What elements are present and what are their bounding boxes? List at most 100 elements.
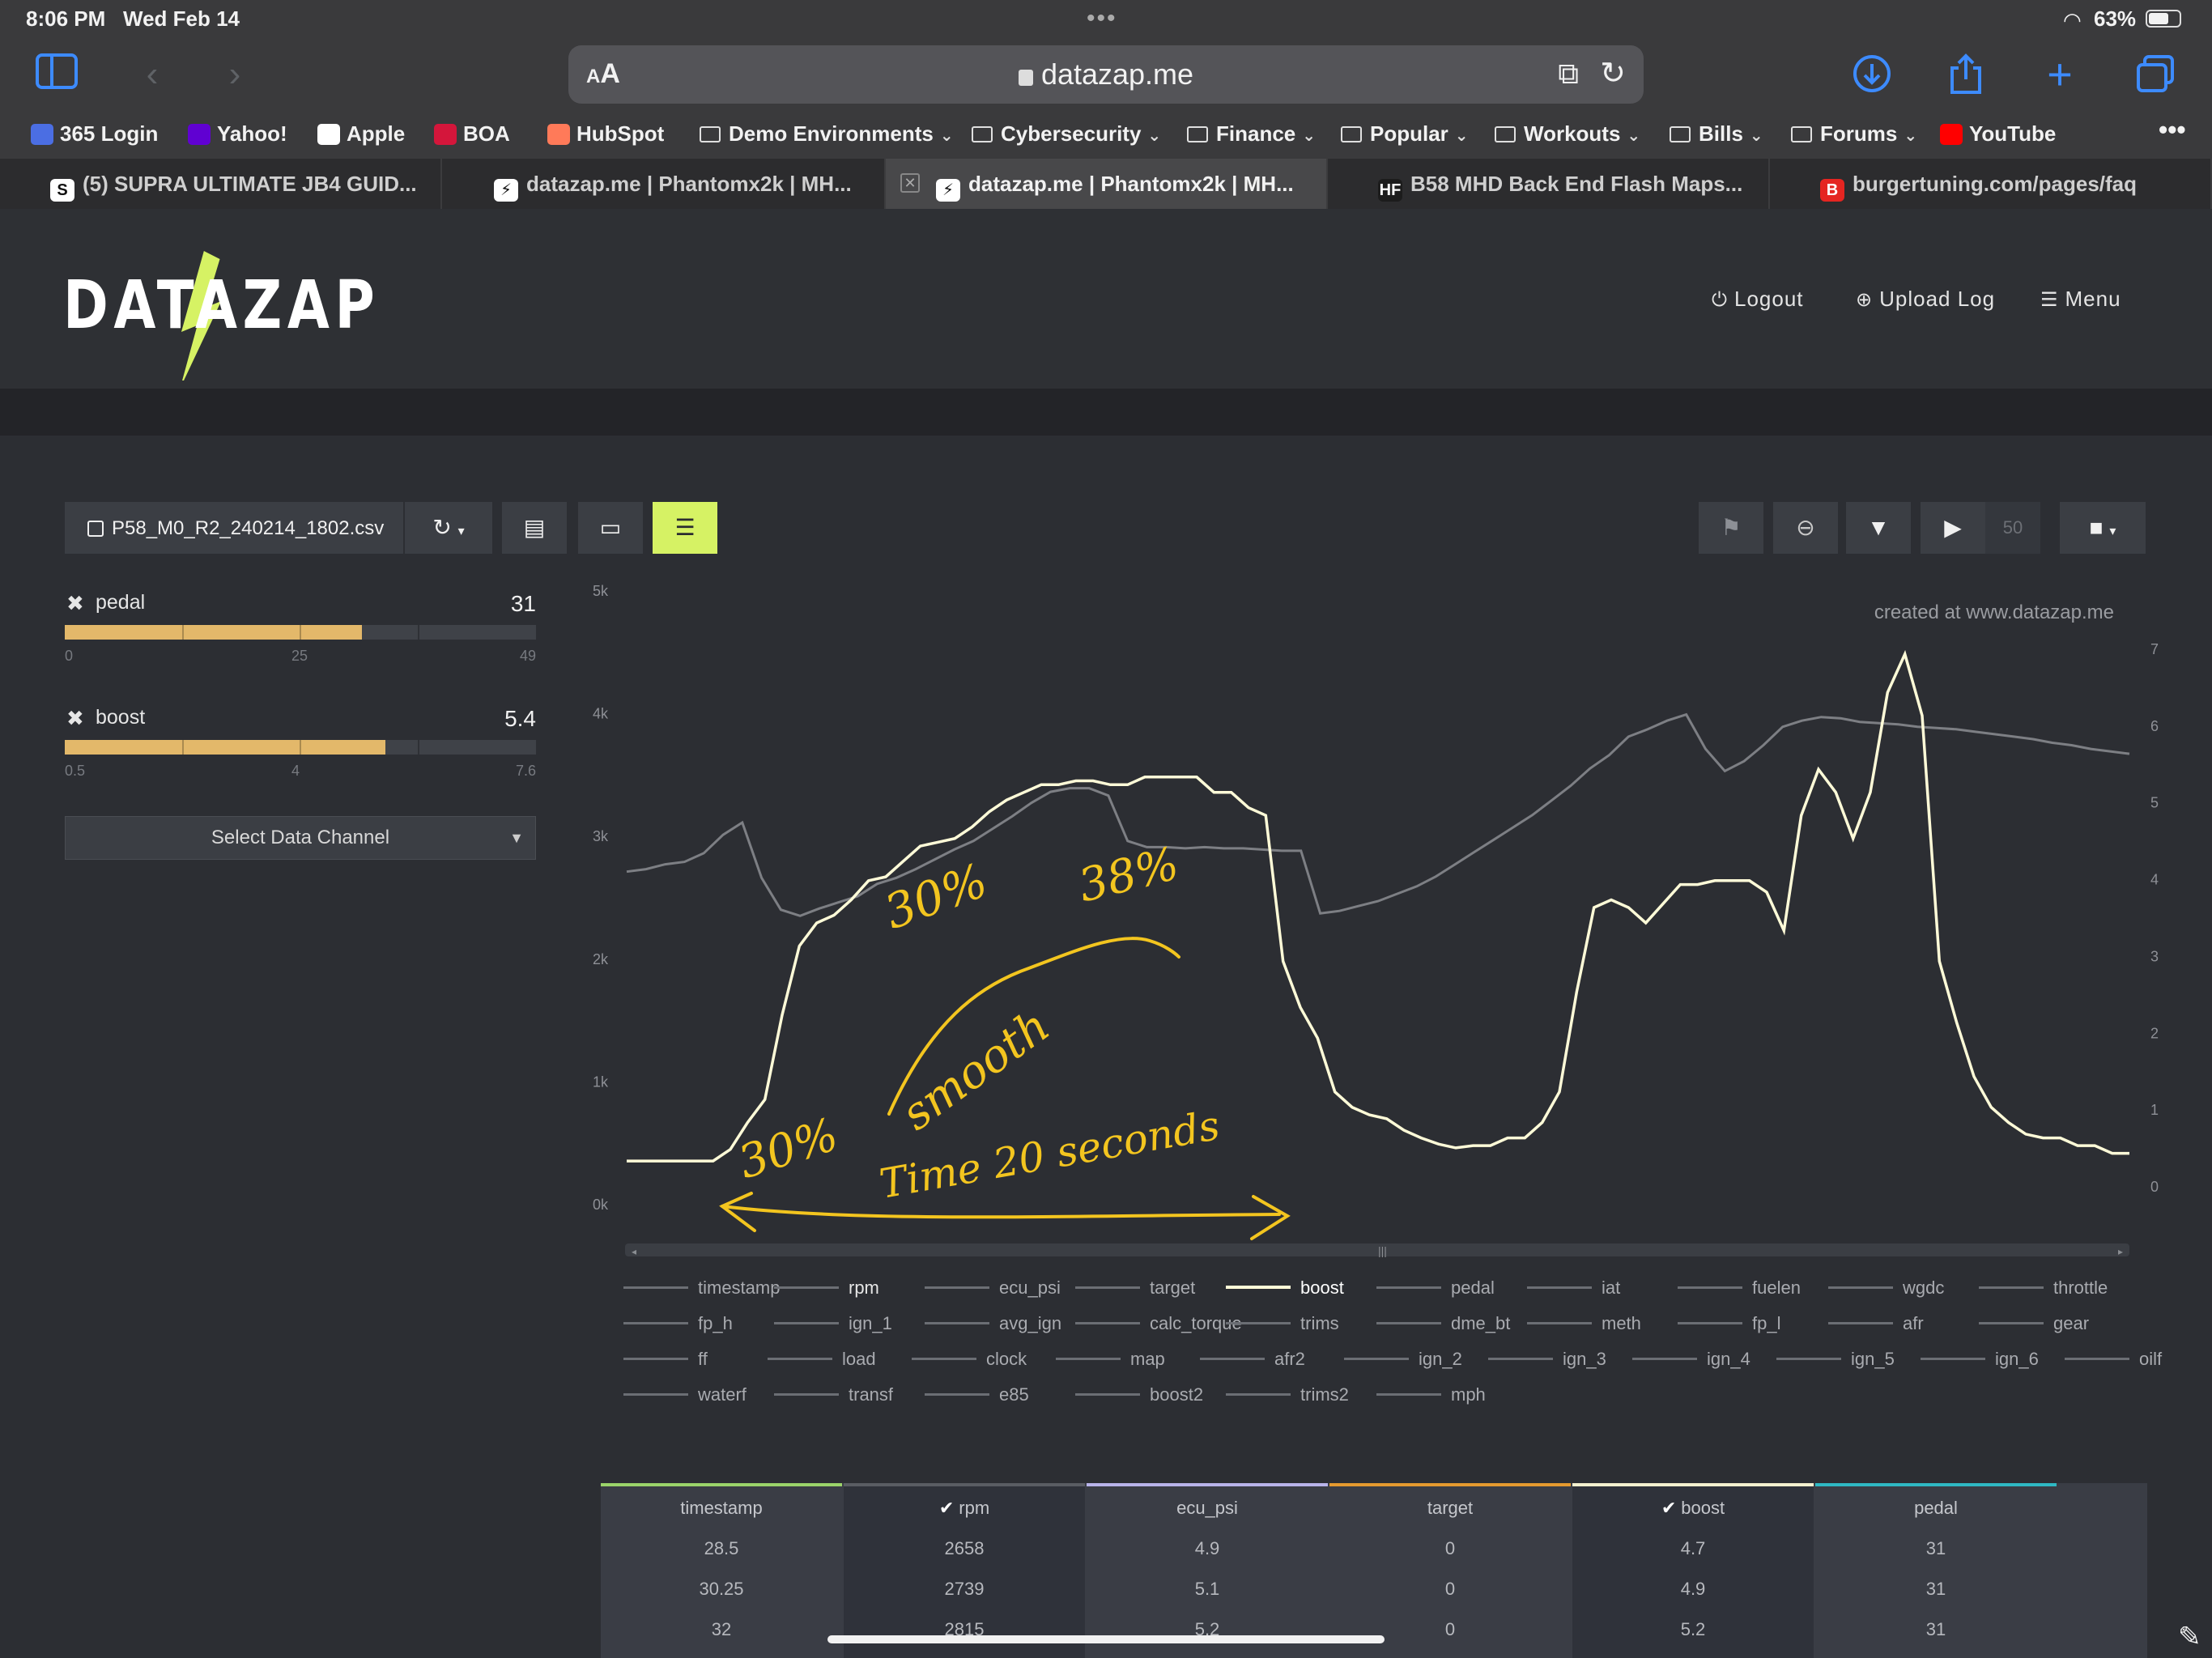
tools-dropdown-button[interactable]: ■ ▾	[2060, 502, 2146, 554]
legend-item-meth[interactable]: meth	[1527, 1313, 1641, 1334]
legend-item-map[interactable]: map	[1056, 1349, 1165, 1370]
playback-rate-field[interactable]: 50	[1985, 502, 2040, 554]
remove-channel-icon[interactable]: ✖	[66, 591, 84, 616]
share-icon[interactable]	[1943, 53, 1989, 96]
close-tab-icon[interactable]: ✕	[900, 173, 920, 193]
filter-button[interactable]: ▼	[1846, 502, 1911, 554]
bookmark-apple[interactable]: Apple	[317, 121, 405, 147]
bookmark-popular[interactable]: Popular ⌄	[1341, 121, 1469, 147]
legend-item-waterf[interactable]: waterf	[623, 1384, 747, 1405]
refresh-dropdown-button[interactable]: ↻ ▾	[405, 502, 492, 554]
legend-item-afr2[interactable]: afr2	[1200, 1349, 1305, 1370]
legend-item-boost[interactable]: boost	[1226, 1278, 1344, 1299]
bookmark-cybersecurity[interactable]: Cybersecurity ⌄	[972, 121, 1161, 147]
legend-item-gear[interactable]: gear	[1979, 1313, 2089, 1334]
legend-item-ign_5[interactable]: ign_5	[1776, 1349, 1895, 1370]
address-bar[interactable]: AA datazap.me ⧉ ↻	[568, 45, 1644, 104]
play-button[interactable]: ▶	[1921, 502, 1985, 554]
browser-tab[interactable]: ✕ ⚡ datazap.me | Phantomx2k | MH...	[886, 159, 1328, 209]
legend-item-calc_torque[interactable]: calc_torque	[1075, 1313, 1242, 1334]
menu-link[interactable]: ☰ Menu	[2040, 287, 2121, 312]
legend-item-mph[interactable]: mph	[1376, 1384, 1486, 1405]
legend-item-trims2[interactable]: trims2	[1226, 1384, 1349, 1405]
legend-item-ign_4[interactable]: ign_4	[1632, 1349, 1750, 1370]
legend-item-dme_bt[interactable]: dme_bt	[1376, 1313, 1510, 1334]
forward-icon[interactable]: ›	[212, 53, 257, 96]
open-file-button[interactable]: P58_M0_R2_240214_1802.csv	[65, 502, 403, 554]
legend-item-ign_2[interactable]: ign_2	[1344, 1349, 1462, 1370]
browser-tab[interactable]: HF B58 MHD Back End Flash Maps...	[1328, 159, 1770, 209]
bookmark-bills[interactable]: Bills ⌄	[1670, 121, 1763, 147]
browser-tab[interactable]: Bburgertuning.com/pages/faq	[1770, 159, 2212, 209]
legend-item-fp_h[interactable]: fp_h	[623, 1313, 733, 1334]
table-column-rpm[interactable]: ✔ rpm 2658 2739 2815	[844, 1483, 1085, 1658]
legend-item-ign_1[interactable]: ign_1	[774, 1313, 892, 1334]
select-data-channel-dropdown[interactable]: Select Data Channel ▼	[65, 816, 536, 860]
legend-item-oilf[interactable]: oilf	[2065, 1349, 2162, 1370]
legend-item-ff[interactable]: ff	[623, 1349, 708, 1370]
column-header[interactable]: pedal	[1815, 1498, 2057, 1519]
bookmark-365-login[interactable]: 365 Login	[31, 121, 158, 147]
table-column-boost[interactable]: ✔ boost 4.7 4.9 5.2	[1572, 1483, 1814, 1658]
remove-channel-icon[interactable]: ✖	[66, 706, 84, 731]
back-icon[interactable]: ‹	[130, 53, 175, 96]
home-indicator[interactable]	[827, 1635, 1385, 1643]
bookmark-demo-environments[interactable]: Demo Environments ⌄	[700, 121, 954, 147]
table-column-pedal[interactable]: pedal 31 31 31	[1815, 1483, 2057, 1658]
legend-item-fp_l[interactable]: fp_l	[1678, 1313, 1780, 1334]
bookmark-forums[interactable]: Forums ⌄	[1791, 121, 1917, 147]
datazap-logo[interactable]: DATAZAP	[63, 251, 380, 380]
legend-item-iat[interactable]: iat	[1527, 1278, 1620, 1299]
logout-link[interactable]: ⏻ Logout	[1712, 287, 1804, 312]
reload-icon[interactable]: ↻	[1600, 55, 1626, 91]
bookmark-boa[interactable]: BOA	[434, 121, 510, 147]
legend-item-ign_3[interactable]: ign_3	[1488, 1349, 1606, 1370]
legend-item-timestamp[interactable]: timestamp	[623, 1278, 780, 1299]
legend-item-avg_ign[interactable]: avg_ign	[925, 1313, 1061, 1334]
tab-overview-icon[interactable]	[2133, 53, 2178, 96]
new-tab-icon[interactable]: +	[2037, 53, 2082, 96]
sidebar-toggle-icon[interactable]	[34, 53, 79, 96]
column-header[interactable]: timestamp	[601, 1498, 842, 1519]
zoom-out-button[interactable]: ⊖	[1773, 502, 1838, 554]
multitasking-dots-icon[interactable]: •••	[1087, 5, 1117, 32]
bookmark-hubspot[interactable]: HubSpot	[547, 121, 664, 147]
upload-log-link[interactable]: ⊕ Upload Log	[1856, 287, 1995, 312]
browser-tab[interactable]: ⚡ datazap.me | Phantomx2k | MH...	[444, 159, 886, 209]
extensions-icon[interactable]: ⧉	[1558, 57, 1579, 91]
legend-item-throttle[interactable]: throttle	[1979, 1278, 2108, 1299]
legend-item-rpm[interactable]: rpm	[774, 1278, 879, 1299]
column-header[interactable]: ecu_psi	[1087, 1498, 1328, 1519]
bookmark-yahoo[interactable]: Yahoo!	[188, 121, 287, 147]
chart-scrollbar[interactable]	[625, 1244, 2129, 1256]
column-header[interactable]: ✔ rpm	[844, 1498, 1085, 1519]
legend-item-e85[interactable]: e85	[925, 1384, 1029, 1405]
legend-item-afr[interactable]: afr	[1828, 1313, 1924, 1334]
bookmark-workouts[interactable]: Workouts ⌄	[1495, 121, 1640, 147]
legend-item-trims[interactable]: trims	[1226, 1313, 1339, 1334]
legend-item-load[interactable]: load	[768, 1349, 876, 1370]
legend-item-transf[interactable]: transf	[774, 1384, 893, 1405]
document-button[interactable]: ▤	[502, 502, 567, 554]
pencil-icon[interactable]: ✎	[2178, 1621, 2201, 1653]
more-bookmarks-icon[interactable]: •••	[2159, 115, 2186, 145]
downloads-icon[interactable]	[1849, 53, 1895, 96]
legend-item-ign_6[interactable]: ign_6	[1921, 1349, 2039, 1370]
bookmark-youtube[interactable]: YouTube	[1940, 121, 2056, 147]
legend-item-target[interactable]: target	[1075, 1278, 1195, 1299]
column-header[interactable]: ✔ boost	[1572, 1498, 1814, 1519]
table-column-target[interactable]: target 0 0 0	[1329, 1483, 1571, 1658]
legend-item-clock[interactable]: clock	[912, 1349, 1027, 1370]
legend-item-fuelen[interactable]: fuelen	[1678, 1278, 1801, 1299]
browser-tab[interactable]: S (5) SUPRA ULTIMATE JB4 GUID...	[0, 159, 442, 209]
single-view-button[interactable]: ▭	[578, 502, 643, 554]
legend-item-ecu_psi[interactable]: ecu_psi	[925, 1278, 1061, 1299]
table-column-timestamp[interactable]: timestamp 28.5 30.25 32	[601, 1483, 842, 1658]
split-view-button[interactable]: ☰	[653, 502, 717, 554]
bookmark-finance[interactable]: Finance ⌄	[1187, 121, 1316, 147]
table-column-ecu_psi[interactable]: ecu_psi 4.9 5.1 5.2	[1087, 1483, 1328, 1658]
legend-item-boost2[interactable]: boost2	[1075, 1384, 1203, 1405]
legend-item-wgdc[interactable]: wgdc	[1828, 1278, 1944, 1299]
column-header[interactable]: target	[1329, 1498, 1571, 1519]
flag-button[interactable]: ⚑	[1699, 502, 1763, 554]
